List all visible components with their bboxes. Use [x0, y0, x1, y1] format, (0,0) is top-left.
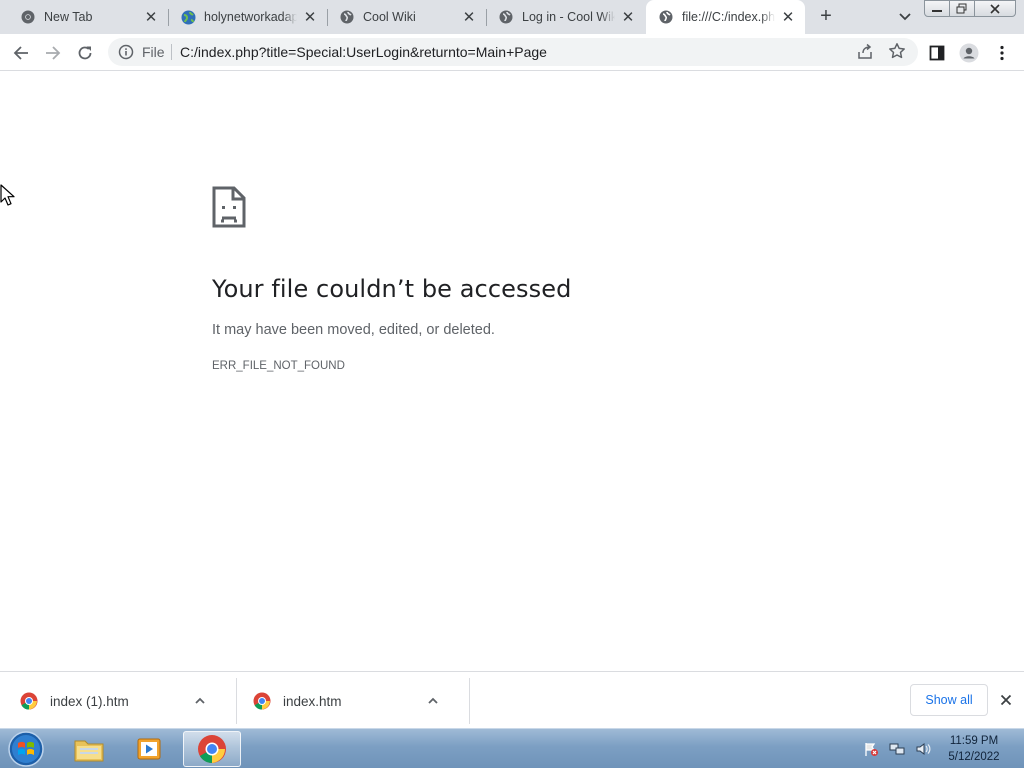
taskbar-media-player[interactable]: [120, 731, 178, 767]
reload-icon: [78, 46, 92, 60]
error-title: Your file couldn’t be accessed: [212, 275, 572, 303]
tab-holynetworkadapter[interactable]: holynetworkadapter ✕: [168, 0, 327, 34]
bookmark-star-icon[interactable]: [888, 42, 906, 60]
close-icon: [990, 3, 1000, 14]
taskbar-clock[interactable]: 11:59 PM 5/12/2022: [936, 733, 1012, 765]
restore-icon: [956, 3, 967, 14]
tab-new-tab[interactable]: New Tab ✕: [0, 0, 168, 34]
download-options-button[interactable]: [190, 691, 210, 711]
close-icon: [1000, 694, 1012, 706]
tab-log-in-cool-wiki[interactable]: Log in - Cool Wiki ✕: [486, 0, 645, 34]
download-options-button[interactable]: [423, 691, 443, 711]
arrow-right-icon: [46, 46, 61, 60]
tab-title: holynetworkadapter: [204, 10, 297, 24]
side-panel-button[interactable]: [924, 40, 950, 66]
kebab-menu-icon: [1000, 45, 1004, 61]
volume-icon[interactable]: [914, 740, 932, 758]
info-icon[interactable]: [118, 44, 134, 60]
action-center-flag-icon[interactable]: [862, 740, 880, 758]
reload-button[interactable]: [72, 40, 98, 66]
tab-title: Log in - Cool Wiki: [522, 10, 615, 24]
profile-button[interactable]: [956, 40, 982, 66]
taskbar-explorer[interactable]: [60, 731, 118, 767]
chrome-icon: [20, 9, 36, 25]
tab-strip: New Tab ✕ holynetworkadapter ✕ Cool Wiki…: [0, 0, 1024, 34]
chevron-up-icon: [428, 697, 438, 704]
close-icon[interactable]: ✕: [779, 8, 797, 26]
tab-title: Cool Wiki: [363, 10, 416, 24]
clock-time: 11:59 PM: [949, 735, 999, 747]
tab-search-button[interactable]: [894, 6, 916, 28]
media-player-icon: [137, 738, 161, 760]
chevron-up-icon: [195, 697, 205, 704]
avatar-icon: [959, 43, 979, 63]
download-item[interactable]: index.htm: [233, 678, 443, 724]
new-tab-button[interactable]: +: [814, 5, 838, 29]
clock-date: 5/12/2022: [948, 751, 1000, 763]
arrow-left-icon: [13, 46, 28, 60]
download-filename: index (1).htm: [50, 693, 129, 709]
tab-cool-wiki[interactable]: Cool Wiki ✕: [327, 0, 486, 34]
tab-file-index-php[interactable]: file:///C:/index.php ✕: [646, 0, 805, 34]
globe-icon: [658, 9, 674, 25]
close-icon[interactable]: ✕: [460, 8, 478, 26]
minimize-icon: [932, 9, 942, 12]
error-code: ERR_FILE_NOT_FOUND: [212, 360, 345, 372]
taskbar-chrome[interactable]: [183, 731, 241, 767]
sad-file-icon: [212, 186, 246, 228]
minimize-button[interactable]: [924, 0, 950, 17]
windows-start-button[interactable]: [6, 730, 46, 768]
globe-icon: [339, 9, 355, 25]
chrome-icon: [253, 692, 271, 710]
side-panel-icon: [929, 45, 945, 61]
globe-icon: [180, 9, 196, 25]
network-icon[interactable]: [888, 740, 906, 758]
tab-title: New Tab: [44, 10, 93, 24]
download-filename: index.htm: [283, 693, 342, 709]
close-shelf-button[interactable]: [996, 690, 1016, 710]
chrome-icon: [198, 735, 226, 763]
download-shelf: index (1).htm index.htm Show all: [0, 671, 1024, 728]
page-content: Your file couldn’t be accessed It may ha…: [0, 72, 1024, 671]
address-bar[interactable]: File C:/index.php?title=Special:UserLogi…: [108, 38, 918, 66]
close-icon[interactable]: ✕: [619, 8, 637, 26]
omnibox-divider: [171, 44, 172, 60]
chrome-icon: [20, 692, 38, 710]
share-icon[interactable]: [856, 43, 874, 61]
globe-icon: [498, 9, 514, 25]
back-button[interactable]: [8, 40, 34, 66]
menu-button[interactable]: [989, 40, 1015, 66]
window-controls: [924, 0, 1016, 18]
download-item[interactable]: index (1).htm: [0, 678, 210, 724]
folder-icon: [74, 740, 104, 762]
error-message: It may have been moved, edited, or delet…: [212, 322, 495, 338]
forward-button[interactable]: [40, 40, 66, 66]
taskbar: 11:59 PM 5/12/2022: [0, 728, 1024, 768]
scheme-chip[interactable]: File: [142, 44, 165, 60]
restore-button[interactable]: [949, 0, 975, 17]
browser-toolbar: File C:/index.php?title=Special:UserLogi…: [0, 34, 1024, 71]
download-separator: [469, 678, 470, 724]
show-all-button[interactable]: Show all: [910, 684, 988, 716]
close-icon[interactable]: ✕: [301, 8, 319, 26]
tab-title: file:///C:/index.php: [682, 10, 775, 24]
chevron-down-icon: [899, 13, 911, 21]
close-window-button[interactable]: [974, 0, 1016, 17]
system-tray: [862, 729, 940, 768]
close-icon[interactable]: ✕: [142, 8, 160, 26]
url-text[interactable]: C:/index.php?title=Special:UserLogin&ret…: [180, 44, 547, 60]
mouse-cursor-icon: [0, 184, 15, 206]
